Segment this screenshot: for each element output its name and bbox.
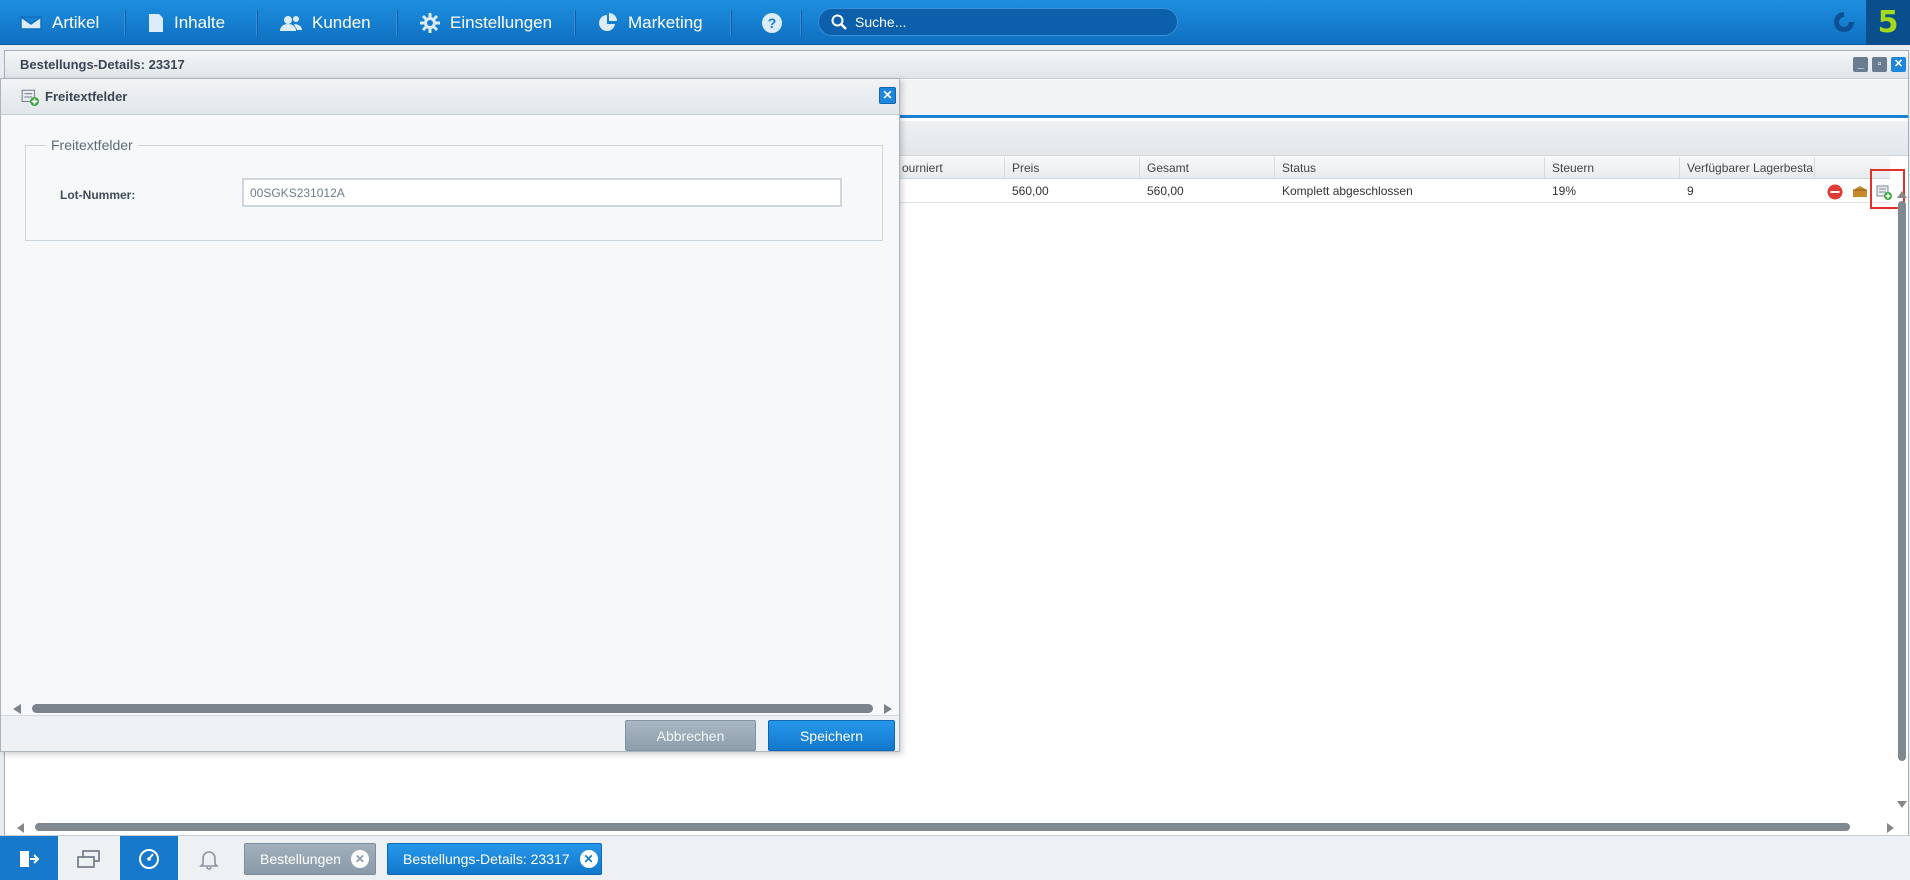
nav-item-label: Marketing — [628, 12, 703, 32]
nav-item-kunden[interactable]: Kunden — [280, 0, 371, 45]
column-header[interactable]: Status — [1275, 157, 1545, 179]
window-title-bar: Bestellungs-Details: 23317 — [5, 51, 1908, 79]
open-article-icon[interactable] — [1852, 184, 1868, 200]
pie-chart-icon — [599, 12, 617, 31]
nav-divider — [396, 10, 397, 35]
lot-number-input[interactable] — [242, 178, 842, 207]
gear-icon — [420, 12, 440, 33]
inbox-icon — [20, 15, 42, 30]
svg-text:?: ? — [768, 15, 777, 31]
nav-item-artikel[interactable]: Artikel — [20, 0, 99, 45]
save-button[interactable]: Speichern — [768, 720, 895, 751]
logout-icon — [20, 850, 40, 867]
windows-overview-button[interactable] — [60, 836, 118, 880]
column-header[interactable]: Steuern — [1545, 157, 1680, 179]
nav-item-marketing[interactable]: Marketing — [598, 0, 703, 45]
document-icon — [149, 13, 163, 32]
close-window-button[interactable]: ✕ — [1891, 57, 1906, 72]
search-bar[interactable] — [818, 8, 1178, 36]
nav-item-inhalte[interactable]: Inhalte — [148, 0, 225, 45]
fieldset-legend: Freitextfelder — [46, 137, 138, 153]
dashboard-button[interactable] — [120, 836, 178, 880]
dialog-footer: Abbrechen Speichern — [1, 715, 899, 751]
scroll-left-arrow[interactable] — [17, 823, 24, 833]
scroll-left-arrow[interactable] — [13, 704, 21, 714]
cell-status: Komplett abgeschlossen — [1282, 184, 1413, 198]
freetext-fields-dialog: Freitextfelder ✕ Freitextfelder Lot-Numm… — [0, 78, 900, 752]
cell-gesamt: 560,00 — [1147, 184, 1184, 198]
nav-item-label: Artikel — [52, 12, 100, 32]
logo-text: 5 — [1877, 5, 1899, 40]
shopware-logo: 5 — [1866, 0, 1910, 45]
search-icon — [831, 14, 847, 30]
scroll-right-arrow[interactable] — [1887, 823, 1894, 833]
dialog-title: Freitextfelder — [45, 89, 128, 104]
taskbar-tab-label: Bestellungs-Details: 23317 — [403, 851, 570, 867]
dashboard-icon — [139, 848, 159, 869]
close-tab-icon[interactable]: ✕ — [579, 850, 598, 868]
users-icon — [280, 15, 302, 31]
nav-divider — [574, 10, 575, 35]
taskbar-tab-label: Bestellungen — [260, 851, 341, 867]
close-tab-icon[interactable]: ✕ — [350, 850, 369, 868]
scroll-right-arrow[interactable] — [884, 704, 892, 714]
nav-item-label: Einstellungen — [450, 12, 553, 32]
bell-icon — [199, 850, 219, 870]
cell-lager: 9 — [1687, 184, 1694, 198]
top-navigation-bar: Artikel Inhalte Kunden Einstellungen Mar… — [0, 0, 1910, 45]
cancel-button[interactable]: Abbrechen — [625, 720, 756, 751]
dialog-title-bar: Freitextfelder — [1, 79, 899, 115]
freetext-fieldset: Freitextfelder Lot-Nummer: — [25, 137, 883, 241]
nav-item-label: Inhalte — [174, 12, 226, 32]
windows-icon — [77, 849, 100, 868]
cell-preis: 560,00 — [1012, 184, 1049, 198]
taskbar-tab-bestellungs-details[interactable]: Bestellungs-Details: 23317 ✕ — [387, 843, 602, 875]
taskbar-tab-bestellungen[interactable]: Bestellungen ✕ — [244, 843, 376, 875]
nav-item-label: Kunden — [312, 12, 371, 32]
cell-steuern: 19% — [1552, 184, 1577, 198]
nav-divider — [124, 10, 125, 35]
maximize-button[interactable]: ▫ — [1872, 57, 1887, 72]
help-button[interactable]: ? — [762, 0, 782, 45]
freetext-fields-icon — [21, 89, 39, 106]
scroll-up-arrow[interactable] — [1897, 191, 1907, 198]
scroll-down-arrow[interactable] — [1897, 801, 1907, 808]
minimize-button[interactable]: _ — [1853, 57, 1868, 72]
nav-item-einstellungen[interactable]: Einstellungen — [420, 0, 552, 45]
search-input[interactable] — [855, 14, 1155, 30]
lot-number-label: Lot-Nummer: — [60, 188, 136, 202]
refresh-icon[interactable] — [1832, 10, 1856, 37]
column-header[interactable]: Verfügbarer Lagerbesta — [1680, 157, 1815, 179]
dialog-horizontal-scrollbar[interactable] — [32, 704, 873, 713]
column-header[interactable]: Preis — [1005, 157, 1140, 179]
taskbar: Bestellungen ✕ Bestellungs-Details: 2331… — [0, 835, 1910, 880]
vertical-scrollbar[interactable] — [1898, 201, 1906, 761]
delete-icon[interactable] — [1827, 184, 1843, 200]
help-icon: ? — [762, 12, 782, 33]
column-header[interactable]: Gesamt — [1140, 157, 1275, 179]
nav-divider — [800, 10, 801, 35]
dialog-close-button[interactable]: ✕ — [879, 87, 896, 104]
nav-divider — [730, 10, 731, 35]
nav-divider — [256, 10, 257, 35]
horizontal-scrollbar[interactable] — [35, 823, 1850, 831]
window-title: Bestellungs-Details: 23317 — [20, 57, 185, 72]
column-header[interactable]: ourniert — [895, 157, 1005, 179]
logout-button[interactable] — [0, 836, 58, 880]
notifications-button[interactable] — [180, 836, 238, 880]
